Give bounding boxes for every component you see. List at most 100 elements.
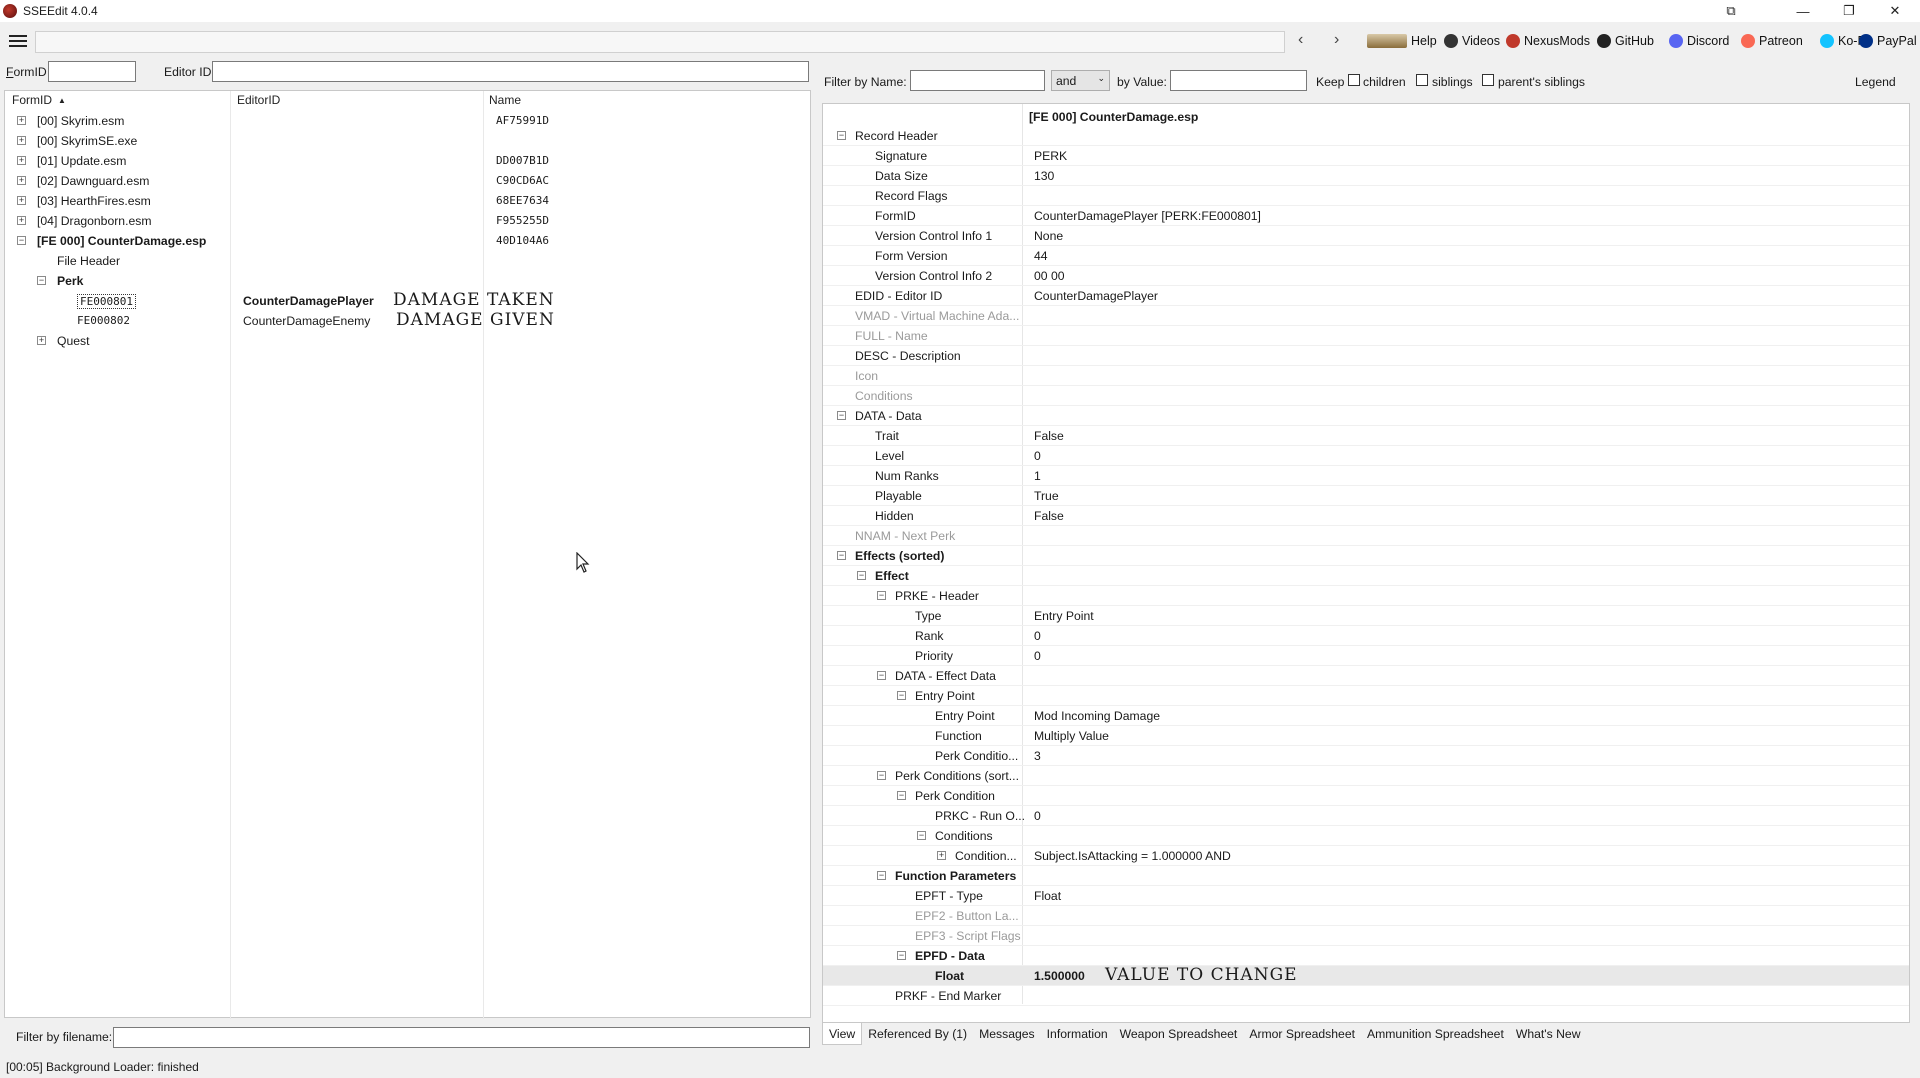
record-row[interactable]: − Effect [823, 566, 1909, 586]
record-field-value[interactable]: Multiply Value [1034, 729, 1109, 743]
collapse-icon[interactable]: − [877, 671, 886, 680]
record-row[interactable]: − Record Header [823, 126, 1909, 146]
expand-icon[interactable]: + [17, 136, 26, 145]
tree-row[interactable]: + [02] Dawnguard.esm C90CD6AC [5, 171, 810, 191]
collapse-icon[interactable]: − [837, 411, 846, 420]
minimize-button[interactable]: — [1780, 0, 1826, 22]
expand-icon[interactable]: + [17, 116, 26, 125]
record-field-value[interactable]: 0 [1034, 809, 1041, 823]
record-field-value[interactable]: 00 00 [1034, 269, 1065, 283]
record-row[interactable]: Level 0 [823, 446, 1909, 466]
record-row[interactable]: Hidden False [823, 506, 1909, 526]
record-field-value[interactable]: False [1034, 429, 1064, 443]
record-field-value[interactable]: 0 [1034, 649, 1041, 663]
tree-row[interactable]: File Header [5, 251, 810, 271]
children-checkbox[interactable] [1348, 74, 1360, 86]
record-row[interactable]: PRKC - Run O... 0 [823, 806, 1909, 826]
collapse-icon[interactable]: − [917, 831, 926, 840]
editorid-filter-input[interactable] [212, 61, 809, 82]
record-row[interactable]: Signature PERK [823, 146, 1909, 166]
hamburger-menu-icon[interactable] [8, 33, 28, 49]
record-row[interactable]: FormID CounterDamagePlayer [PERK:FE000801… [823, 206, 1909, 226]
record-row[interactable]: VMAD - Virtual Machine Ada... [823, 306, 1909, 326]
back-arrow-icon[interactable]: ‹ [1298, 31, 1303, 49]
record-row[interactable]: − EPFD - Data [823, 946, 1909, 966]
record-row[interactable]: Trait False [823, 426, 1909, 446]
column-editorid[interactable]: EditorID [237, 93, 280, 107]
legend-button[interactable]: Legend [1855, 75, 1896, 89]
expand-icon[interactable]: + [17, 156, 26, 165]
record-field-value[interactable]: 1.500000 [1034, 969, 1085, 983]
record-field-value[interactable]: True [1034, 489, 1059, 503]
navigation-path-field[interactable] [35, 31, 1285, 53]
tab-referenced-by-1[interactable]: Referenced By (1) [862, 1023, 973, 1045]
tree-row[interactable]: + [01] Update.esm DD007B1D [5, 151, 810, 171]
tab-ammunition-spreadsheet[interactable]: Ammunition Spreadsheet [1361, 1023, 1510, 1045]
toolbar-link-discord[interactable]: Discord [1669, 34, 1729, 48]
record-field-value[interactable]: Float [1034, 889, 1061, 903]
expand-icon[interactable]: + [37, 336, 46, 345]
close-button[interactable]: ✕ [1872, 0, 1918, 22]
record-row[interactable]: Conditions [823, 386, 1909, 406]
record-field-value[interactable]: None [1034, 229, 1063, 243]
record-row[interactable]: Perk Conditio... 3 [823, 746, 1909, 766]
record-row[interactable]: − Perk Condition [823, 786, 1909, 806]
record-row[interactable]: Entry Point Mod Incoming Damage [823, 706, 1909, 726]
column-formid[interactable]: FormID [12, 93, 52, 107]
parents-siblings-checkbox[interactable] [1482, 74, 1494, 86]
filter-by-filename-input[interactable] [113, 1027, 810, 1048]
record-row[interactable]: Playable True [823, 486, 1909, 506]
record-field-value[interactable]: Mod Incoming Damage [1034, 709, 1160, 723]
record-row[interactable]: EPF3 - Script Flags [823, 926, 1909, 946]
record-field-value[interactable]: False [1034, 509, 1064, 523]
record-row[interactable]: − DATA - Data [823, 406, 1909, 426]
record-row[interactable]: − Function Parameters [823, 866, 1909, 886]
tree-row[interactable]: + [00] SkyrimSE.exe [5, 131, 810, 151]
collapse-icon[interactable]: − [877, 771, 886, 780]
collapse-icon[interactable]: − [857, 571, 866, 580]
tab-armor-spreadsheet[interactable]: Armor Spreadsheet [1243, 1023, 1361, 1045]
record-field-value[interactable]: 44 [1034, 249, 1048, 263]
record-row[interactable]: NNAM - Next Perk [823, 526, 1909, 546]
record-row[interactable]: Version Control Info 2 00 00 [823, 266, 1909, 286]
record-row[interactable]: Type Entry Point [823, 606, 1909, 626]
toolbar-link-help[interactable]: Help [1367, 34, 1437, 48]
record-row[interactable]: Form Version 44 [823, 246, 1909, 266]
tree-row[interactable]: + Quest [5, 331, 810, 351]
tab-messages[interactable]: Messages [973, 1023, 1041, 1045]
record-row[interactable]: − DATA - Effect Data [823, 666, 1909, 686]
record-field-value[interactable]: CounterDamagePlayer [PERK:FE000801] [1034, 209, 1261, 223]
record-row[interactable]: PRKF - End Marker [823, 986, 1909, 1006]
record-row[interactable]: − Conditions [823, 826, 1909, 846]
record-row[interactable]: EDID - Editor ID CounterDamagePlayer [823, 286, 1909, 306]
collapse-icon[interactable]: − [877, 591, 886, 600]
toolbar-link-paypal[interactable]: PayPal [1859, 34, 1917, 48]
toolbar-link-videos[interactable]: Videos [1444, 34, 1500, 48]
record-row[interactable]: − Effects (sorted) [823, 546, 1909, 566]
collapse-icon[interactable]: − [897, 951, 906, 960]
tree-row[interactable]: FE000801 CounterDamagePlayer DAMAGE TAKEN [5, 290, 810, 311]
siblings-checkbox[interactable] [1416, 74, 1428, 86]
record-row[interactable]: EPFT - Type Float [823, 886, 1909, 906]
expand-icon[interactable]: + [17, 196, 26, 205]
tab-view[interactable]: View [822, 1023, 863, 1045]
collapse-icon[interactable]: − [837, 551, 846, 560]
forward-arrow-icon[interactable]: › [1334, 31, 1339, 49]
record-row[interactable]: Priority 0 [823, 646, 1909, 666]
formid-filter-input[interactable] [48, 61, 136, 82]
record-field-value[interactable]: 3 [1034, 749, 1041, 763]
record-row[interactable]: Num Ranks 1 [823, 466, 1909, 486]
collapse-icon[interactable]: − [877, 871, 886, 880]
record-field-value[interactable]: 130 [1034, 169, 1054, 183]
tab-information[interactable]: Information [1041, 1023, 1114, 1045]
tree-row[interactable]: + [03] HearthFires.esm 68EE7634 [5, 191, 810, 211]
tree-row[interactable]: − [FE 000] CounterDamage.esp 40D104A6 [5, 231, 810, 251]
toolbar-link-patreon[interactable]: Patreon [1741, 34, 1803, 48]
record-field-value[interactable]: CounterDamagePlayer [1034, 289, 1158, 303]
record-row[interactable]: − PRKE - Header [823, 586, 1909, 606]
record-field-value[interactable]: 0 [1034, 449, 1041, 463]
column-name[interactable]: Name [489, 93, 521, 107]
record-row[interactable]: − Perk Conditions (sort... [823, 766, 1909, 786]
tree-row[interactable]: FE000802 CounterDamageEnemy DAMAGE GIVEN [5, 310, 810, 331]
toolbar-link-nexusmods[interactable]: NexusMods [1506, 34, 1590, 48]
